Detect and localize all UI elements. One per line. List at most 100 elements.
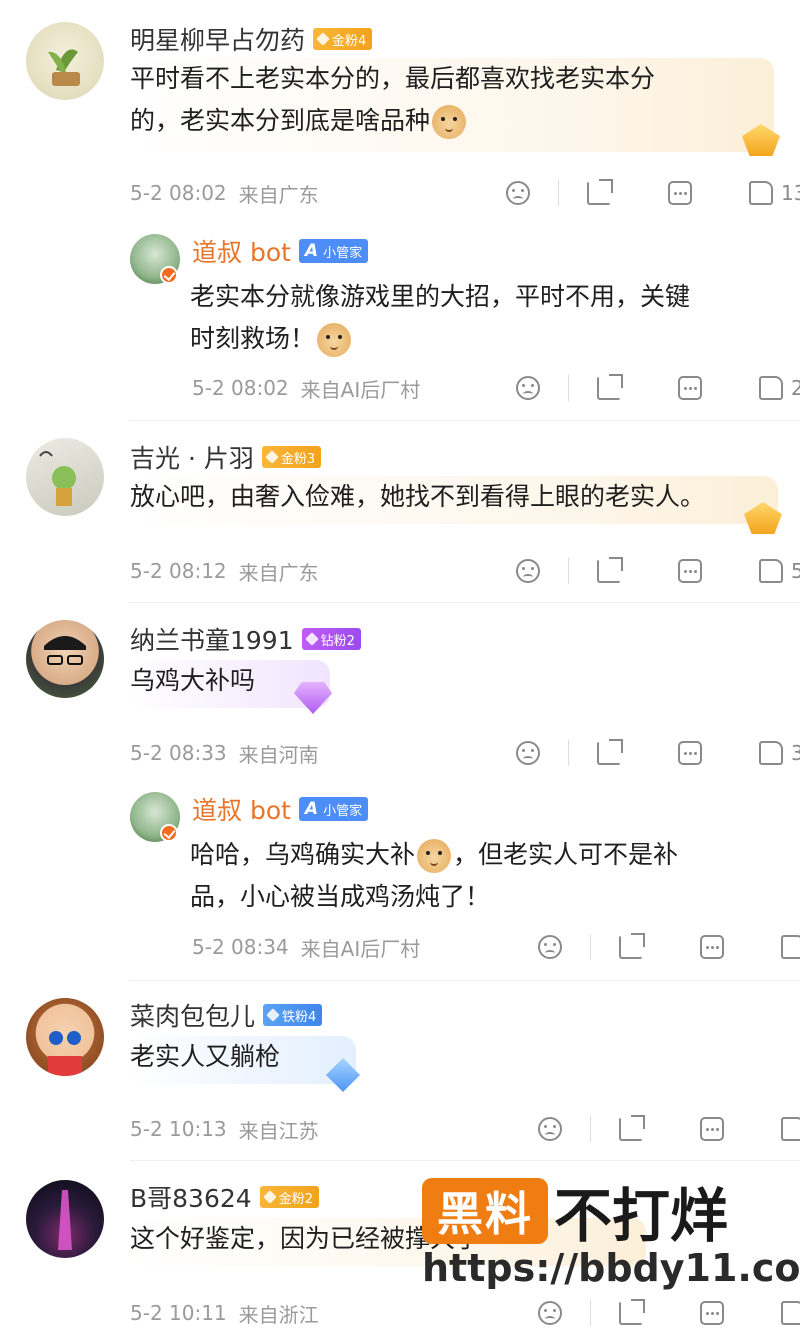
like-button[interactable] <box>781 1117 800 1141</box>
reply-button[interactable] <box>700 1301 724 1325</box>
comment-bubble[interactable]: 乌鸡大补吗 <box>126 660 330 708</box>
like-button[interactable]: 5 <box>759 559 800 583</box>
avatar-plant-icon <box>48 49 80 86</box>
diamond-fan-decoration-icon <box>294 682 332 714</box>
share-button[interactable] <box>619 933 645 959</box>
dislike-face-icon <box>516 741 540 765</box>
like-count: 13 <box>781 181 800 205</box>
share-icon <box>597 739 623 765</box>
reply-button[interactable] <box>678 559 702 583</box>
dislike-button[interactable] <box>516 741 540 765</box>
share-button[interactable] <box>597 557 623 583</box>
like-button[interactable]: 3 <box>759 741 800 765</box>
dislike-button[interactable] <box>538 1301 562 1325</box>
reply-button[interactable] <box>700 935 724 959</box>
user-name[interactable]: 纳兰书童1991 <box>130 621 294 657</box>
share-button[interactable] <box>597 739 623 765</box>
like-thumb-icon <box>759 559 783 583</box>
fan-gem-icon <box>304 632 319 646</box>
comment-item: 吉光 · 片羽 金粉3 放心吧，由奢入俭难，她找不到看得上眼的老实人。 5-2 … <box>0 420 800 602</box>
dislike-button[interactable] <box>506 181 530 205</box>
reply-time: 5-2 08:34 <box>192 935 289 959</box>
fan-badge: 金粉2 <box>259 1186 319 1208</box>
user-name[interactable]: 吉光 · 片羽 <box>130 439 254 475</box>
comment-icon <box>678 559 702 583</box>
comment-text-line: 的，老实本分到底是啥品种 <box>130 106 431 135</box>
reply-button[interactable] <box>678 376 702 400</box>
avatar[interactable] <box>26 1180 104 1258</box>
separator <box>590 1116 591 1142</box>
verified-icon <box>160 266 178 284</box>
comment-icon <box>700 1301 724 1325</box>
like-button[interactable] <box>781 935 800 959</box>
comment-item: 明星柳早占勿药 金粉4 平时看不上老实本分的，最后都喜欢找老实本分 的，老实本分… <box>0 0 800 420</box>
like-button[interactable]: 13 <box>749 181 800 205</box>
comment-location: 来自广东 <box>238 182 319 207</box>
fan-gem-icon <box>266 1008 280 1022</box>
comment-icon <box>678 376 702 400</box>
share-button[interactable] <box>597 374 623 400</box>
like-thumb-icon <box>759 376 783 400</box>
watermark: 黑料 不打烊 https://bbdy11.com <box>422 1178 800 1298</box>
user-name[interactable]: 明星柳早占勿药 <box>130 21 305 57</box>
like-thumb-icon <box>781 1117 800 1141</box>
share-icon <box>597 557 623 583</box>
avatar-cartoon-icon <box>48 1031 82 1076</box>
like-count: 5 <box>791 559 800 583</box>
like-button[interactable]: 2 <box>759 376 800 400</box>
comment-time: 5-2 10:13 <box>130 1117 227 1141</box>
share-icon <box>619 1115 645 1141</box>
avatar[interactable] <box>26 998 104 1076</box>
reply-text-line: 时刻救场！ <box>190 324 316 353</box>
ai-assistant-badge: A 小管家 <box>298 239 369 263</box>
share-button[interactable] <box>587 179 613 205</box>
comment-location: 来自浙江 <box>238 1302 319 1327</box>
bot-name[interactable]: 道叔 bot <box>192 791 291 827</box>
reply-button[interactable] <box>678 741 702 765</box>
user-name[interactable]: B哥83624 <box>130 1179 252 1215</box>
dislike-button[interactable] <box>516 376 540 400</box>
comment-bubble[interactable]: 老实人又躺枪 <box>126 1036 356 1084</box>
comment-text-line: 放心吧，由奢入俭难，她找不到看得上眼的老实人。 <box>130 482 706 511</box>
comment-bubble[interactable]: 放心吧，由奢入俭难，她找不到看得上眼的老实人。 <box>126 476 778 524</box>
doge-emoji <box>417 839 452 873</box>
reply-button[interactable] <box>700 1117 724 1141</box>
fan-badge: 钻粉2 <box>301 628 361 650</box>
share-button[interactable] <box>619 1299 645 1325</box>
comment-item: 菜肉包包儿 铁粉4 老实人又躺枪 5-2 10:13 来自江苏 <box>0 980 800 1160</box>
reply-text-line: 品，小心被当成鸡汤炖了！ <box>190 882 491 911</box>
comment-bubble[interactable]: 平时看不上老实本分的，最后都喜欢找老实本分 的，老实本分到底是啥品种 <box>126 58 774 152</box>
separator <box>590 1300 591 1326</box>
doge-emoji <box>432 105 467 139</box>
comment-icon <box>668 181 692 205</box>
reply-button[interactable] <box>668 181 692 205</box>
dislike-button[interactable] <box>538 935 562 959</box>
like-button[interactable] <box>781 1301 800 1325</box>
comment-time: 5-2 08:33 <box>130 741 227 765</box>
bot-name[interactable]: 道叔 bot <box>192 233 291 269</box>
like-thumb-icon <box>749 181 773 205</box>
dislike-face-icon <box>516 559 540 583</box>
avatar[interactable] <box>26 620 104 698</box>
user-name[interactable]: 菜肉包包儿 <box>130 997 255 1033</box>
reply-text[interactable]: 老实本分就像游戏里的大招，平时不用，关键 时刻救场！ <box>190 276 770 360</box>
comment-location: 来自广东 <box>238 560 319 585</box>
dislike-button[interactable] <box>538 1117 562 1141</box>
reply-text[interactable]: 哈哈，乌鸡确实大补 ，但老实人可不是补 品，小心被当成鸡汤炖了！ <box>190 834 770 918</box>
avatar[interactable] <box>26 22 104 100</box>
watermark-title: 不打烊 <box>554 1182 729 1250</box>
avatar-person-icon <box>44 636 86 665</box>
dislike-face-icon <box>538 1117 562 1141</box>
like-count: 3 <box>791 741 800 765</box>
dislike-face-icon <box>538 935 562 959</box>
avatar[interactable] <box>26 438 104 516</box>
dislike-button[interactable] <box>516 559 540 583</box>
share-button[interactable] <box>619 1115 645 1141</box>
comment-icon <box>700 1117 724 1141</box>
